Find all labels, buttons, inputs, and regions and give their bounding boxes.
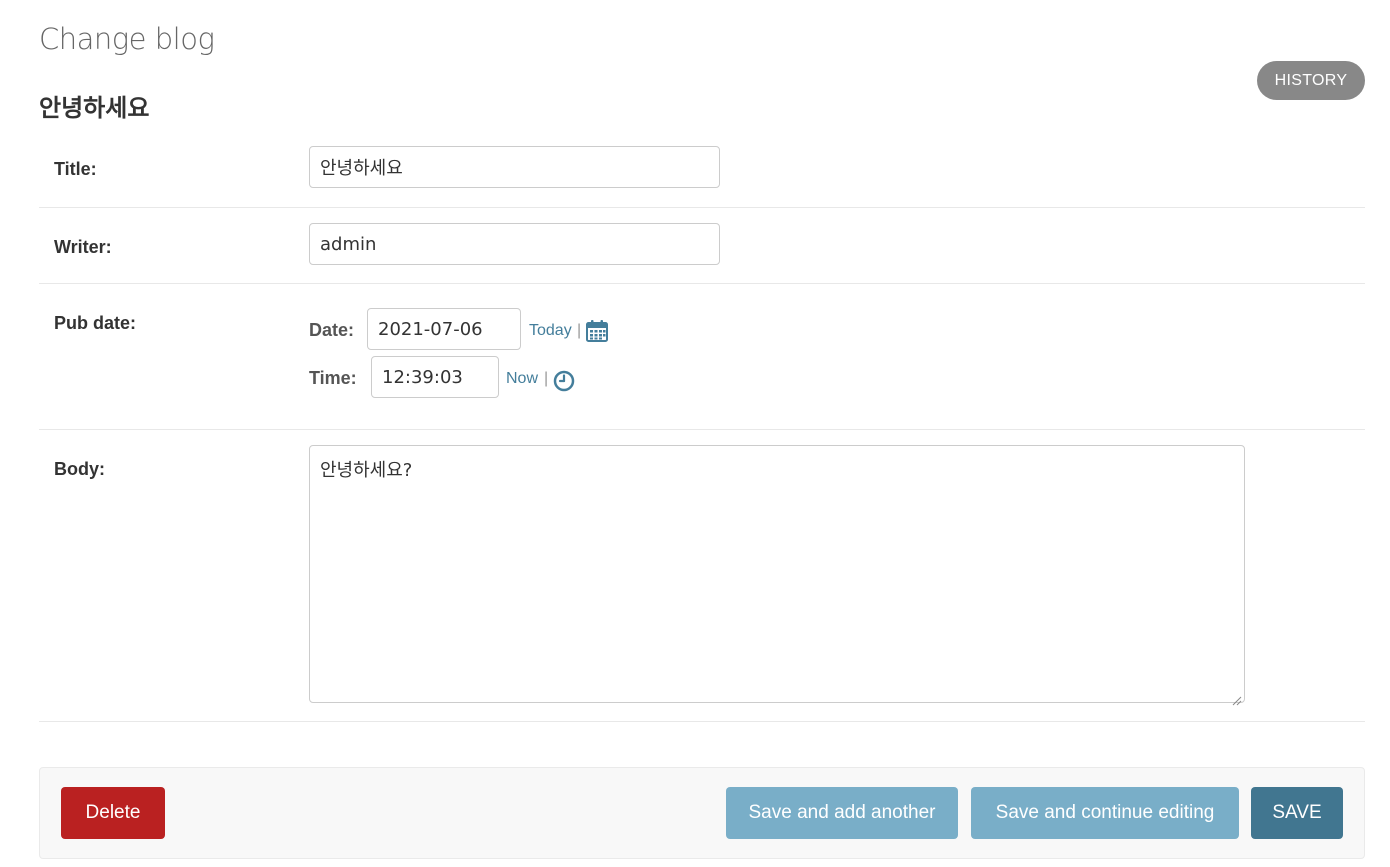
page-heading: Change blog: [39, 22, 215, 56]
time-label: Time:: [309, 368, 357, 388]
clock-icon[interactable]: [553, 370, 575, 392]
resize-handle-icon[interactable]: [1232, 690, 1242, 706]
save-and-add-another-button[interactable]: Save and add another: [726, 787, 958, 839]
date-separator: |: [577, 322, 582, 339]
form-row-body: Body: 안녕하세요?: [39, 430, 1365, 722]
calendar-icon[interactable]: [585, 319, 609, 343]
time-separator: |: [544, 370, 549, 387]
title-label: Title:: [54, 159, 97, 179]
body-label: Body:: [54, 459, 105, 479]
today-link[interactable]: Today: [529, 322, 572, 340]
form-row-writer: Writer: admin: [39, 208, 1365, 284]
save-and-continue-button[interactable]: Save and continue editing: [971, 787, 1239, 839]
object-title: 안녕하세요: [39, 94, 150, 122]
submit-row: Delete Save and add another Save and con…: [39, 767, 1365, 859]
form-row-title: Title: 안녕하세요: [39, 130, 1365, 208]
delete-button[interactable]: Delete: [61, 787, 165, 839]
history-button[interactable]: History: [1257, 61, 1365, 100]
writer-label: Writer:: [54, 237, 112, 257]
now-link[interactable]: Now: [506, 370, 538, 388]
pub-date-label: Pub date:: [54, 313, 137, 333]
body-textarea[interactable]: 안녕하세요?: [309, 445, 1245, 706]
title-input[interactable]: 안녕하세요: [309, 146, 720, 188]
date-label: Date:: [309, 320, 355, 340]
body-text: 안녕하세요?: [320, 460, 413, 481]
writer-select[interactable]: admin: [309, 223, 720, 265]
form-row-pub-date: Pub date: Date: 2021-07-06 Today | Time:…: [39, 284, 1365, 430]
date-input[interactable]: 2021-07-06: [367, 308, 521, 350]
time-input[interactable]: 12:39:03: [371, 356, 499, 398]
save-button[interactable]: Save: [1251, 787, 1343, 839]
